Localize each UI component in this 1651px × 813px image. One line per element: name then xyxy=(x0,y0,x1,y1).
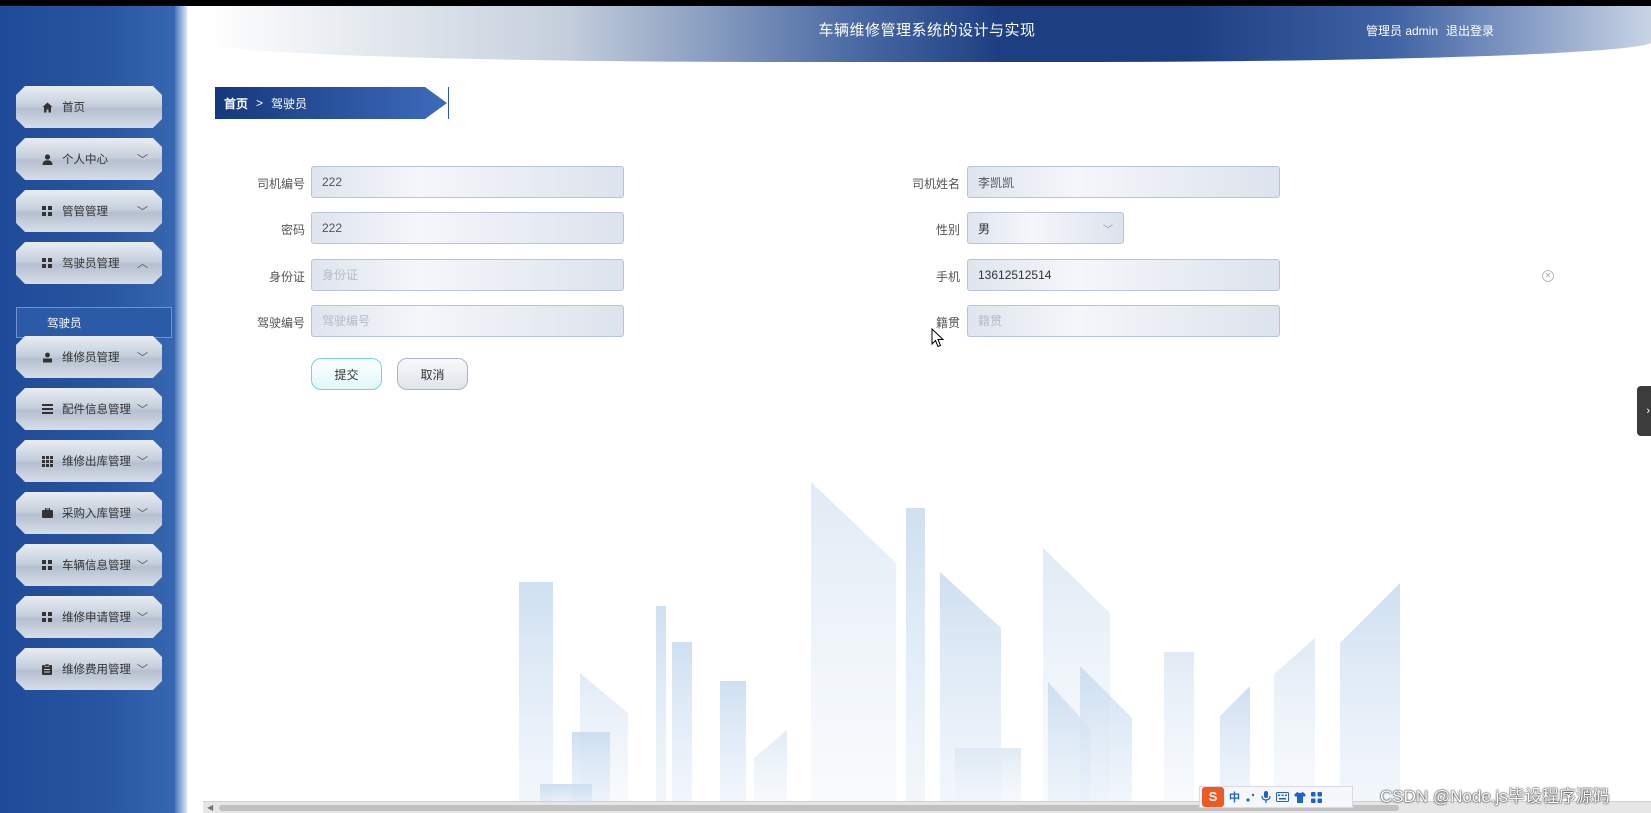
user-label: 管理员 admin xyxy=(1366,24,1439,38)
sidebar-item-label: 维修员管理 xyxy=(62,352,120,364)
sidebar-subitem-label: 驾驶员 xyxy=(47,317,82,330)
id-card-input[interactable] xyxy=(311,259,624,291)
sidebar-item-label: 维修申请管理 xyxy=(62,612,131,624)
apps-icon xyxy=(40,455,54,467)
breadcrumb: 首页 > 驾驶员 xyxy=(215,87,447,119)
chevron-down-icon: ﹀ xyxy=(137,612,148,624)
sidebar-item-home[interactable]: 首页 xyxy=(16,86,162,128)
cancel-button[interactable]: 取消 xyxy=(397,358,468,390)
logout-link[interactable]: 退出登录 xyxy=(1446,24,1494,38)
chevron-down-icon: ﹀ xyxy=(137,560,148,572)
side-panel-toggle[interactable]: › xyxy=(1637,386,1651,436)
punctuation-icon[interactable] xyxy=(1245,792,1256,803)
list-icon xyxy=(40,404,54,414)
phone-label: 手机 xyxy=(935,270,960,284)
chevron-down-icon: ﹀ xyxy=(137,154,148,166)
gender-select[interactable]: 男 ﹀ xyxy=(967,212,1124,244)
chevron-down-icon: ﹀ xyxy=(137,404,148,416)
city-skyline-background xyxy=(519,482,1400,813)
native-place-label: 籍贯 xyxy=(935,316,960,330)
user-icon xyxy=(40,153,54,165)
clear-icon[interactable]: ✕ xyxy=(1542,270,1554,282)
app-window: 首页 个人中心 ﹀ 管管管理 ﹀ 驾驶员管理 ︿ 驾驶员 维修员管理 ﹀ 配件信… xyxy=(0,6,1651,813)
license-no-label: 驾驶编号 xyxy=(256,316,305,330)
sidebar-item-purchase-inbound[interactable]: 采购入库管理 ﹀ xyxy=(16,492,162,534)
top-header: 车辆维修管理系统的设计与实现 管理员 admin 退出登录 xyxy=(203,6,1651,62)
worker-icon xyxy=(40,352,54,363)
license-no-input[interactable] xyxy=(311,305,624,337)
native-place-input[interactable] xyxy=(967,305,1280,337)
mouse-cursor-icon xyxy=(931,328,945,348)
sidebar-item-repair-request[interactable]: 维修申请管理 ﹀ xyxy=(16,596,162,638)
chevron-down-icon: ﹀ xyxy=(1103,225,1113,236)
skin-shirt-icon[interactable] xyxy=(1294,791,1306,803)
sidebar: 首页 个人中心 ﹀ 管管管理 ﹀ 驾驶员管理 ︿ 驾驶员 维修员管理 ﹀ 配件信… xyxy=(0,6,187,813)
sidebar-item-vehicle-management[interactable]: 车辆信息管理 ﹀ xyxy=(16,544,162,586)
chevron-up-icon: ︿ xyxy=(137,258,148,270)
sidebar-item-label: 维修费用管理 xyxy=(62,664,131,676)
grid-icon xyxy=(40,258,54,268)
sidebar-item-parts-management[interactable]: 配件信息管理 ﹀ xyxy=(16,388,162,430)
sidebar-item-label: 维修出库管理 xyxy=(62,456,131,468)
ime-toolbar[interactable]: S 中 xyxy=(1199,786,1353,808)
sidebar-subitem-driver[interactable]: 驾驶员 xyxy=(16,307,172,338)
password-label: 密码 xyxy=(280,223,305,237)
sidebar-item-mechanic-management[interactable]: 维修员管理 ﹀ xyxy=(16,336,162,378)
id-card-label: 身份证 xyxy=(268,270,305,284)
grid-icon xyxy=(40,206,54,216)
chevron-down-icon: ﹀ xyxy=(137,664,148,676)
grid-icon xyxy=(40,560,54,570)
driver-no-input[interactable] xyxy=(311,166,624,198)
chevron-down-icon: ﹀ xyxy=(137,456,148,468)
sidebar-item-personal-center[interactable]: 个人中心 ﹀ xyxy=(16,138,162,180)
breadcrumb-separator: > xyxy=(256,96,264,110)
scroll-left-icon[interactable]: ◀ xyxy=(207,803,213,812)
home-icon xyxy=(40,102,54,113)
sogou-logo-icon: S xyxy=(1202,787,1224,807)
chevron-down-icon: ﹀ xyxy=(137,508,148,520)
gender-label: 性别 xyxy=(935,223,960,237)
sidebar-item-repair-fee[interactable]: 维修费用管理 ﹀ xyxy=(16,648,162,690)
driver-no-label: 司机编号 xyxy=(256,177,305,191)
chevron-down-icon: ﹀ xyxy=(137,352,148,364)
sidebar-item-label: 首页 xyxy=(62,102,85,114)
sidebar-item-label: 个人中心 xyxy=(62,154,108,166)
sidebar-item-label: 管管管理 xyxy=(62,206,108,218)
phone-input[interactable] xyxy=(967,259,1280,291)
driver-name-input[interactable] xyxy=(967,166,1280,198)
chevron-right-icon: › xyxy=(1646,405,1650,417)
sidebar-item-label: 配件信息管理 xyxy=(62,404,131,416)
grid-icon xyxy=(40,612,54,622)
sidebar-item-label: 驾驶员管理 xyxy=(62,258,120,270)
microphone-icon[interactable] xyxy=(1261,791,1271,803)
chevron-down-icon: ﹀ xyxy=(137,206,148,218)
breadcrumb-home[interactable]: 首页 xyxy=(224,95,248,112)
briefcase-icon xyxy=(40,508,54,518)
driver-name-label: 司机姓名 xyxy=(911,177,960,191)
clipboard-icon xyxy=(40,663,54,675)
gender-selected-value: 男 xyxy=(978,221,991,236)
csdn-watermark: CSDN @Node.js毕设程序源码 xyxy=(1380,787,1610,806)
keyboard-icon[interactable] xyxy=(1276,792,1289,802)
breadcrumb-current: 驾驶员 xyxy=(271,96,308,111)
sidebar-item-repair-outbound[interactable]: 维修出库管理 ﹀ xyxy=(16,440,162,482)
password-input[interactable] xyxy=(311,212,624,244)
breadcrumb-divider xyxy=(448,87,449,119)
sidebar-item-driver-management[interactable]: 驾驶员管理 ︿ xyxy=(16,242,162,284)
toolbox-grid-icon[interactable] xyxy=(1311,791,1322,803)
sidebar-item-label: 采购入库管理 xyxy=(62,508,131,520)
sidebar-item-admin-management[interactable]: 管管管理 ﹀ xyxy=(16,190,162,232)
user-info: 管理员 admin 退出登录 xyxy=(1366,22,1502,39)
sidebar-item-label: 车辆信息管理 xyxy=(62,560,131,572)
ime-mode-label[interactable]: 中 xyxy=(1229,789,1240,805)
submit-button[interactable]: 提交 xyxy=(311,358,382,390)
